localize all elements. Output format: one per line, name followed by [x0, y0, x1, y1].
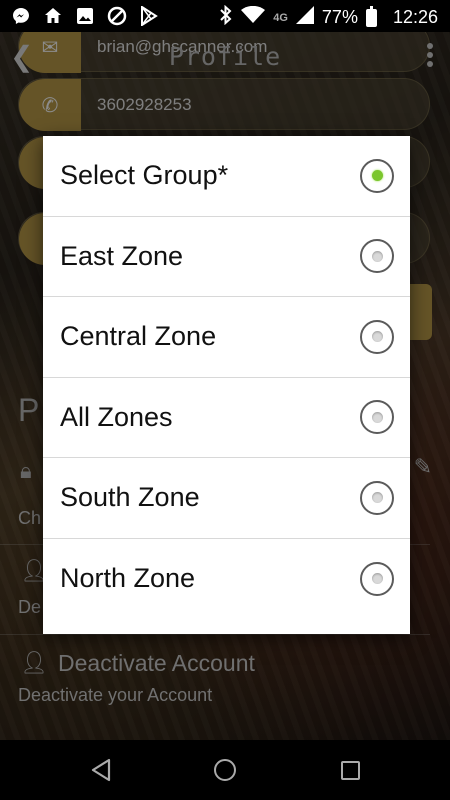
blocked-icon	[106, 5, 128, 27]
network-type: 4G	[273, 11, 288, 24]
option-north-zone[interactable]: North Zone	[43, 539, 410, 620]
option-east-zone[interactable]: East Zone	[43, 217, 410, 297]
select-group-dialog: Select Group* East Zone Central Zone All…	[43, 136, 410, 634]
option-label: South Zone	[60, 482, 200, 513]
option-central-zone[interactable]: Central Zone	[43, 297, 410, 378]
nav-back-icon[interactable]	[88, 757, 114, 783]
wifi-icon	[241, 5, 266, 29]
battery-percent: 77%	[321, 7, 358, 27]
play-store-icon	[138, 5, 160, 27]
option-label: East Zone	[60, 240, 184, 271]
option-select-group[interactable]: Select Group*	[43, 136, 410, 217]
clock: 12:26	[392, 7, 438, 27]
option-label: All Zones	[60, 401, 173, 432]
signal-icon	[295, 6, 314, 29]
radio-button[interactable]	[360, 239, 394, 274]
radio-button[interactable]	[360, 400, 394, 435]
image-icon	[74, 5, 96, 27]
option-label: North Zone	[60, 563, 196, 594]
option-label: Central Zone	[60, 321, 217, 352]
option-label: Select Group*	[60, 160, 229, 191]
radio-button[interactable]	[360, 319, 394, 354]
nav-recents-icon[interactable]	[337, 757, 363, 783]
navigation-bar	[0, 740, 450, 800]
battery-icon	[365, 5, 377, 27]
messenger-icon	[10, 5, 32, 27]
status-bar: 4G 77% 12:26	[0, 0, 450, 32]
bluetooth-icon	[219, 4, 233, 30]
radio-button[interactable]	[360, 480, 394, 515]
home-icon	[42, 5, 64, 27]
option-all-zones[interactable]: All Zones	[43, 378, 410, 458]
radio-button-checked[interactable]	[360, 158, 394, 193]
radio-button[interactable]	[360, 561, 394, 596]
option-south-zone[interactable]: South Zone	[43, 458, 410, 539]
nav-home-icon[interactable]	[212, 757, 238, 783]
